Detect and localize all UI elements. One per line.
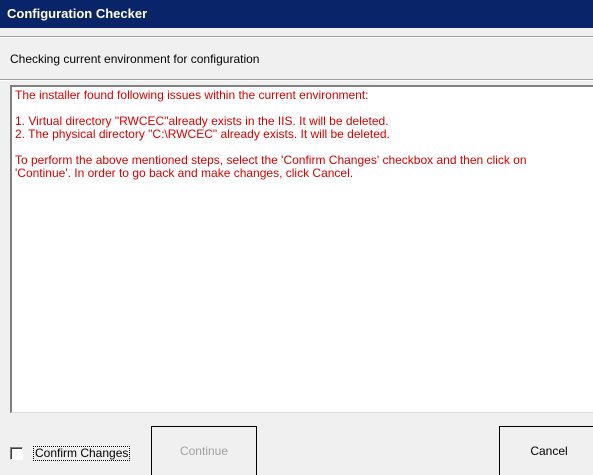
window-title: Configuration Checker	[0, 0, 593, 28]
message-instructions-line-2: 'Continue'. In order to go back and make…	[15, 166, 354, 180]
message-issue-2: 2. The physical directory "C:\RWCEC" alr…	[15, 127, 390, 141]
top-divider	[0, 36, 593, 38]
issues-message-box[interactable]: The installer found following issues wit…	[10, 85, 593, 413]
status-text: Checking current environment for configu…	[10, 52, 260, 66]
message-intro: The installer found following issues wit…	[15, 88, 369, 102]
confirm-changes-label[interactable]: Confirm Changes	[33, 445, 131, 461]
confirm-changes-checkbox[interactable]	[10, 446, 23, 460]
configuration-checker-window: Configuration Checker Checking current e…	[0, 0, 593, 475]
middle-divider	[0, 79, 593, 81]
cancel-button[interactable]: Cancel	[499, 426, 593, 475]
confirm-changes-row[interactable]: Confirm Changes	[10, 445, 131, 461]
continue-button[interactable]: Continue	[151, 426, 257, 475]
